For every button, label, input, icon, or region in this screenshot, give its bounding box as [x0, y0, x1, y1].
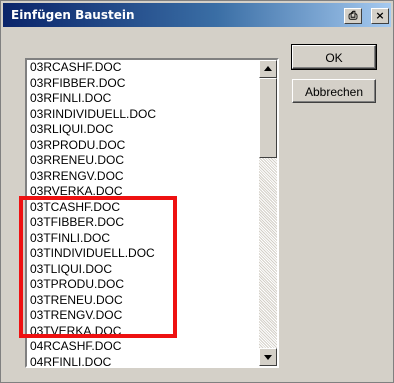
- arrow-down-icon: [264, 355, 272, 360]
- list-item[interactable]: 03RPRODU.DOC: [29, 138, 259, 154]
- print-icon[interactable]: ⎙: [344, 8, 362, 24]
- list-item[interactable]: 03RCASHF.DOC: [29, 60, 259, 76]
- title-bar[interactable]: Einfügen Baustein ⎙ ×: [3, 3, 391, 27]
- highlight-annotation-box: [19, 196, 177, 338]
- vertical-scrollbar[interactable]: [259, 60, 277, 366]
- close-icon[interactable]: ×: [371, 8, 389, 24]
- ok-button[interactable]: OK: [291, 44, 377, 70]
- scroll-thumb[interactable]: [259, 78, 277, 158]
- cancel-button[interactable]: Abbrechen: [292, 79, 376, 103]
- insert-module-dialog: Einfügen Baustein ⎙ × 03RCASHF.DOC 03RFIB…: [0, 0, 394, 383]
- list-item[interactable]: 03RRENEU.DOC: [29, 153, 259, 169]
- list-item[interactable]: 04RFINLI.DOC: [29, 355, 259, 367]
- dialog-title: Einfügen Baustein: [11, 8, 135, 22]
- list-item[interactable]: 03RFINLI.DOC: [29, 91, 259, 107]
- list-item[interactable]: 03RFIBBER.DOC: [29, 76, 259, 92]
- list-item[interactable]: 03RINDIVIDUELL.DOC: [29, 107, 259, 123]
- list-item[interactable]: 04RCASHF.DOC: [29, 339, 259, 355]
- scroll-up-button[interactable]: [259, 60, 277, 78]
- arrow-up-icon: [264, 66, 272, 71]
- scroll-down-button[interactable]: [259, 348, 277, 366]
- list-item[interactable]: 03RLIQUI.DOC: [29, 122, 259, 138]
- list-item[interactable]: 03RRENGV.DOC: [29, 169, 259, 185]
